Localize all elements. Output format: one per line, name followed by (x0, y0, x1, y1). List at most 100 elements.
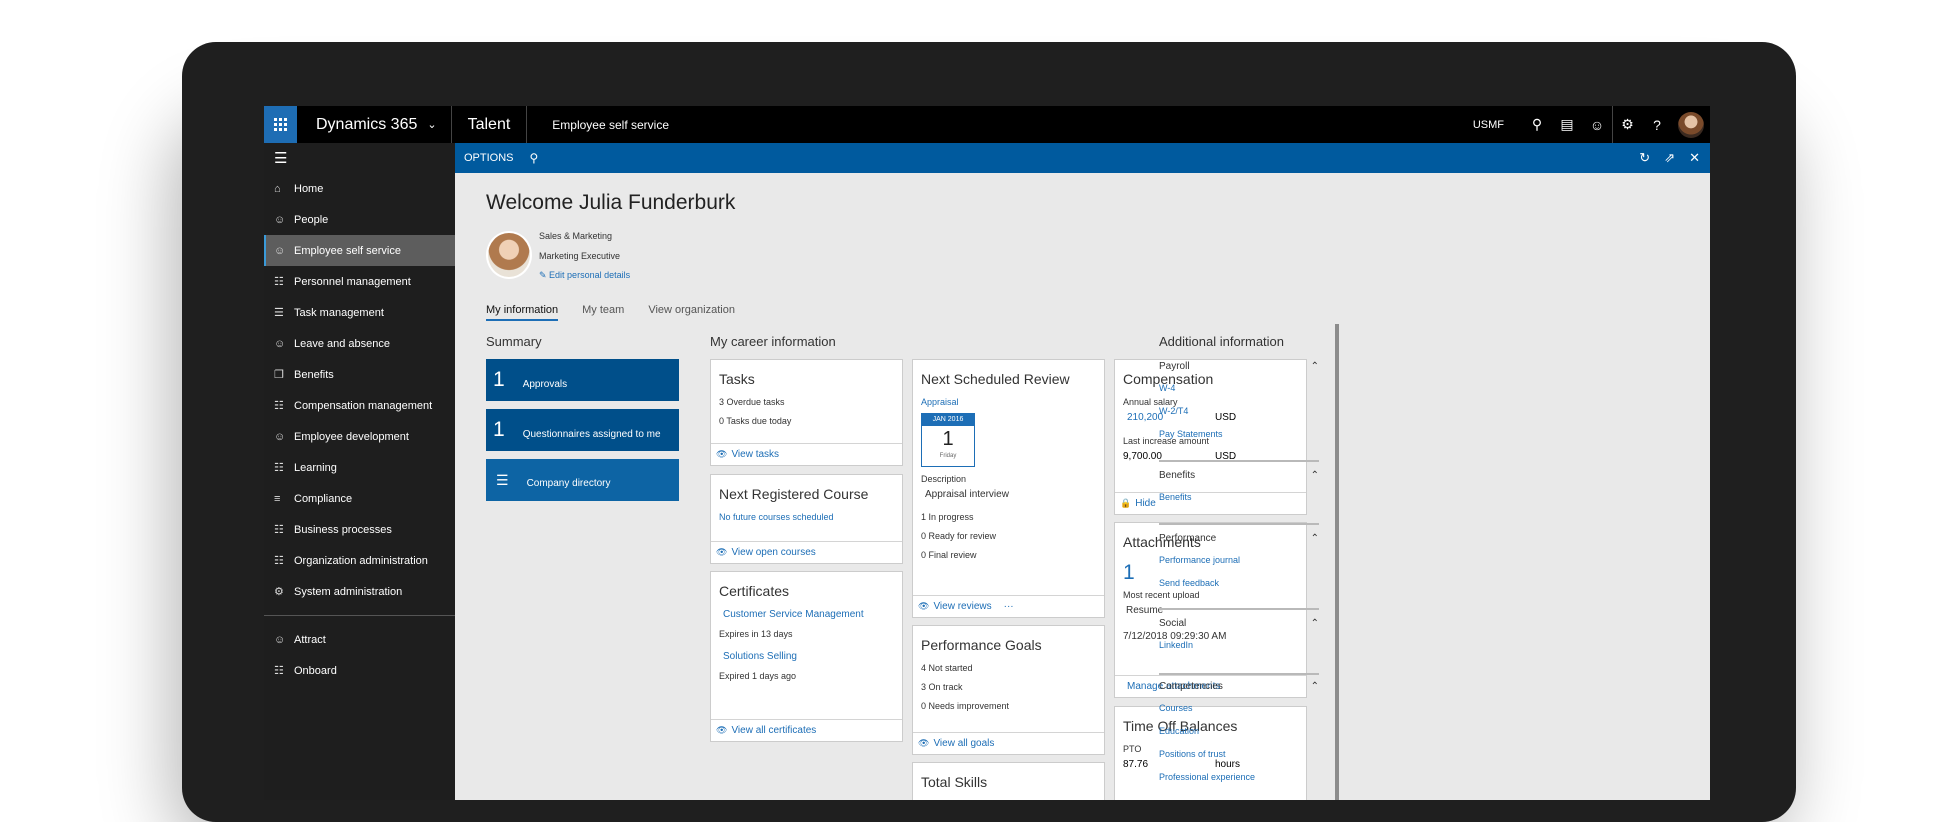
professional-experience-link[interactable]: Professional experience (1159, 772, 1319, 795)
search-icon[interactable]: ⚲ (530, 151, 539, 165)
navigation-pane: ☰ ⌂ Home ☺ People ☺ Employee self service ☷ Per… (264, 143, 455, 800)
sidebar-item-task-management[interactable]: ☰ Task management (264, 297, 455, 328)
sidebar-item-label: Business processes (294, 523, 392, 536)
certificate-link[interactable]: Solutions Selling (711, 648, 902, 668)
gear-icon[interactable]: ⚙ (1612, 106, 1642, 143)
competencies-header[interactable]: Competencies ⌃ (1159, 681, 1319, 703)
sidebar-item-employee-self-service[interactable]: ☺ Employee self service (264, 235, 455, 266)
performance-journal-link[interactable]: Performance journal (1159, 555, 1319, 578)
benefits-header[interactable]: Benefits ⌃ (1159, 470, 1319, 492)
w2-t4-link[interactable]: W-2/T4 (1159, 406, 1319, 429)
education-link[interactable]: Education (1159, 726, 1319, 749)
sidebar-item-employee-development[interactable]: ☺ Employee development (264, 421, 455, 452)
more-options-icon[interactable]: ··· (1004, 601, 1014, 612)
app-launcher-icon[interactable] (264, 106, 297, 143)
no-courses-link[interactable]: No future courses scheduled (711, 509, 902, 528)
description-value: Appraisal interview (925, 489, 1009, 500)
certificate-status: Expires in 13 days (719, 629, 793, 639)
sidebar-item-organization-administration[interactable]: ☷ Organization administration (264, 545, 455, 576)
section-divider (1159, 523, 1319, 525)
popout-icon[interactable]: ⇗ (1664, 150, 1675, 166)
home-icon: ⌂ (274, 182, 281, 195)
view-tasks-link[interactable]: 👁 View tasks (711, 443, 902, 465)
positions-of-trust-link[interactable]: Positions of trust (1159, 749, 1319, 772)
view-reviews-link[interactable]: 👁 View reviews ··· (913, 595, 1104, 617)
review-title: Next Scheduled Review (921, 371, 1070, 387)
sidebar-item-system-administration[interactable]: ⚙ System administration (264, 576, 455, 607)
sidebar-item-business-processes[interactable]: ☷ Business processes (264, 514, 455, 545)
approvals-tile[interactable]: 1 Approvals (486, 359, 679, 401)
company-directory-tile[interactable]: ☰ Company directory (486, 459, 679, 501)
questionnaires-tile[interactable]: 1 Questionnaires assigned to me (486, 409, 679, 451)
action-pane: OPTIONS ⚲ ↻ ⇗ ✕ (455, 143, 1710, 173)
tab-my-information[interactable]: My information (486, 304, 559, 321)
sidebar-item-compensation-management[interactable]: ☷ Compensation management (264, 390, 455, 421)
questionnaires-count: 1 (493, 418, 505, 441)
leave-icon: ☺ (274, 337, 286, 350)
w4-link[interactable]: W-4 (1159, 383, 1319, 406)
tab-my-team[interactable]: My team (582, 304, 624, 321)
list-icon: ☰ (496, 471, 509, 488)
linkedin-link[interactable]: LinkedIn (1159, 640, 1319, 663)
benefits-link[interactable]: Benefits (1159, 492, 1319, 515)
view-all-goals-link[interactable]: 👁 View all goals (913, 732, 1104, 754)
chevron-up-icon: ⌃ (1310, 361, 1319, 372)
sidebar-item-benefits[interactable]: ❐ Benefits (264, 359, 455, 390)
sidebar-item-attract[interactable]: ☺ Attract (264, 624, 455, 655)
tab-view-organization[interactable]: View organization (648, 304, 735, 321)
business-icon: ☷ (274, 524, 284, 536)
sidebar-item-leave-and-absence[interactable]: ☺ Leave and absence (264, 328, 455, 359)
edit-personal-details-link[interactable]: ✎ Edit personal details (539, 270, 630, 281)
message-icon[interactable]: ▤ (1552, 106, 1582, 143)
social-group: Social ⌃ LinkedIn (1159, 618, 1319, 663)
chevron-up-icon: ⌃ (1310, 618, 1319, 629)
options-button[interactable]: OPTIONS (455, 152, 514, 164)
certificate-link[interactable]: Customer Service Management (711, 606, 902, 626)
search-icon[interactable]: ⚲ (1522, 106, 1552, 143)
chevron-up-icon: ⌃ (1310, 681, 1319, 692)
view-open-courses-link[interactable]: 👁 View open courses (711, 541, 902, 563)
career-heading: My career information (710, 334, 836, 349)
sidebar-item-label: People (294, 213, 329, 226)
section-divider (1159, 673, 1319, 675)
certificate-status: Expired 1 days ago (719, 671, 797, 681)
payroll-header[interactable]: Payroll ⌃ (1159, 361, 1319, 383)
brand-menu[interactable]: Dynamics 365 ⌄ (297, 106, 452, 143)
calendar-month: JAN 2016 (922, 414, 974, 426)
sidebar-item-compliance[interactable]: ≡ Compliance (264, 483, 455, 514)
sidebar-item-home[interactable]: ⌂ Home (264, 173, 455, 204)
pay-statements-link[interactable]: Pay Statements (1159, 429, 1319, 452)
smiley-icon[interactable]: ☺ (1582, 106, 1612, 143)
sidebar-item-label: Home (294, 182, 324, 195)
lock-icon: 🔒 (1120, 498, 1132, 508)
user-avatar[interactable] (1678, 111, 1704, 138)
eye-icon: 👁 (716, 547, 728, 557)
task-icon: ☰ (274, 307, 284, 319)
review-type-link[interactable]: Appraisal (913, 394, 1104, 409)
scrollbar[interactable] (1335, 324, 1339, 800)
sidebar-item-onboard[interactable]: ☷ Onboard (264, 655, 455, 686)
payroll-group: Payroll ⌃ W-4 W-2/T4 Pay Statements (1159, 361, 1319, 452)
job-title-label: Marketing Executive (539, 251, 621, 261)
refresh-icon[interactable]: ↻ (1639, 150, 1650, 166)
sidebar-item-personnel-management[interactable]: ☷ Personnel management (264, 266, 455, 297)
app-name[interactable]: Talent (452, 106, 528, 143)
compensation-icon: ☷ (274, 400, 284, 412)
view-all-certificates-link[interactable]: 👁 View all certificates (711, 719, 902, 741)
hamburger-menu-icon[interactable]: ☰ (264, 143, 455, 173)
sidebar-item-label: System administration (294, 585, 403, 598)
company-picker[interactable]: USMF (1473, 119, 1504, 131)
help-icon[interactable]: ? (1642, 106, 1672, 143)
performance-header[interactable]: Performance ⌃ (1159, 533, 1319, 555)
sidebar-item-learning[interactable]: ☷ Learning (264, 452, 455, 483)
total-skills-card: Total Skills (912, 762, 1105, 800)
competencies-group: Competencies ⌃ Courses Education Positio… (1159, 681, 1319, 795)
social-header[interactable]: Social ⌃ (1159, 618, 1319, 640)
department-label: Sales & Marketing (539, 231, 613, 241)
eye-icon: 👁 (716, 725, 728, 735)
tasks-due-today: 0 Tasks due today (719, 416, 792, 426)
send-feedback-link[interactable]: Send feedback (1159, 578, 1319, 601)
courses-link[interactable]: Courses (1159, 703, 1319, 726)
sidebar-item-people[interactable]: ☺ People (264, 204, 455, 235)
close-icon[interactable]: ✕ (1689, 150, 1700, 166)
